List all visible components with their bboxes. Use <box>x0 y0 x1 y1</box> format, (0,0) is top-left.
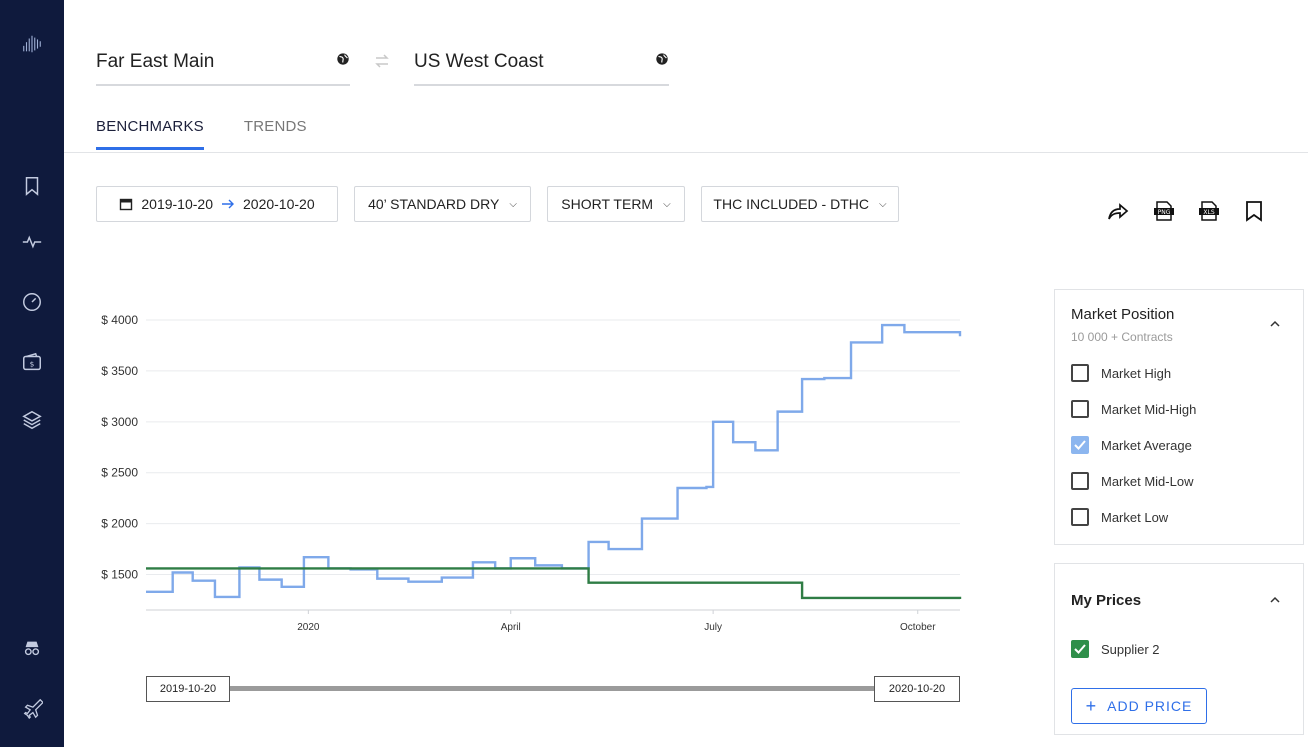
term-select[interactable]: SHORT TERM ⌵ <box>547 186 685 222</box>
market-option-label: Market Mid-Low <box>1101 473 1194 489</box>
origin-value: Far East Main <box>96 51 215 72</box>
y-tick-label: $ 3500 <box>101 364 138 378</box>
chevron-down-icon: ⌵ <box>878 198 887 210</box>
market-position-title: Market Position <box>1071 306 1175 323</box>
layers-icon[interactable] <box>20 408 44 432</box>
svg-text:PNG: PNG <box>1158 209 1171 216</box>
range-start-handle[interactable]: 2019-10-20 <box>146 676 230 702</box>
supplier-label: Supplier 2 <box>1101 641 1160 657</box>
market-option-market-low[interactable]: Market Low <box>1071 508 1168 526</box>
incognito-icon[interactable] <box>20 636 44 660</box>
plus-icon: + <box>1085 696 1098 716</box>
checkbox-checked[interactable] <box>1071 640 1089 658</box>
market-option-label: Market Low <box>1101 509 1169 525</box>
market-option-market-high[interactable]: Market High <box>1071 364 1171 382</box>
market-option-label: Market Mid-High <box>1101 401 1197 417</box>
market-option-label: Market Average <box>1101 437 1192 453</box>
market-option-market-mid-low[interactable]: Market Mid-Low <box>1071 472 1193 490</box>
destination-value: US West Coast <box>414 51 544 72</box>
checkbox[interactable] <box>1071 400 1089 418</box>
logo-icon[interactable] <box>20 32 44 56</box>
wallet-icon[interactable]: $ <box>20 350 44 374</box>
y-tick-label: $ 3000 <box>101 415 138 429</box>
y-tick-label: $ 2500 <box>101 466 138 480</box>
chevron-down-icon: ⌵ <box>663 198 671 210</box>
series-line-market-average <box>146 323 962 599</box>
pulse-icon[interactable] <box>20 230 44 254</box>
market-option-label: Market High <box>1101 365 1172 381</box>
my-prices-panel: My Prices Supplier 2 + ADD PRICE <box>1054 563 1304 735</box>
swap-icon[interactable] <box>374 54 390 68</box>
svg-text:$: $ <box>30 360 35 369</box>
date-to: 2020-10-20 <box>243 196 315 212</box>
gauge-icon[interactable] <box>20 290 44 314</box>
charges-value: THC INCLUDED - DTHC <box>713 196 869 212</box>
range-end-handle[interactable]: 2020-10-20 <box>874 676 960 702</box>
chevron-up-icon[interactable] <box>1269 596 1281 604</box>
checkbox-checked[interactable] <box>1071 436 1089 454</box>
series-line-supplier-2 <box>146 567 962 600</box>
tab-benchmarks[interactable]: BENCHMARKS <box>96 118 204 150</box>
add-price-label: ADD PRICE <box>1107 698 1193 714</box>
destination-field[interactable]: US West Coast <box>414 40 669 86</box>
market-option-market-average[interactable]: Market Average <box>1071 436 1192 454</box>
market-position-subtitle: 10 000 + Contracts <box>1071 330 1173 344</box>
share-icon[interactable] <box>1106 200 1130 224</box>
chevron-up-icon[interactable] <box>1269 320 1281 328</box>
supplier-2-checkbox[interactable]: Supplier 2 <box>1071 640 1160 658</box>
divider <box>64 152 1308 153</box>
bookmark-icon[interactable] <box>20 174 44 198</box>
calendar-icon <box>120 198 133 211</box>
container-value: 40’ STANDARD DRY <box>368 196 500 212</box>
date-range-slider[interactable]: 2019-10-20 2020-10-20 <box>146 676 960 702</box>
sidebar: $ <box>0 0 64 747</box>
arrow-right-icon <box>222 199 234 209</box>
market-option-market-mid-high[interactable]: Market Mid-High <box>1071 400 1196 418</box>
globe-icon[interactable] <box>655 52 669 66</box>
checkbox[interactable] <box>1071 364 1089 382</box>
bookmark-icon[interactable] <box>1242 199 1266 223</box>
tab-trends[interactable]: TRENDS <box>244 118 307 150</box>
svg-text:XLS: XLS <box>1203 209 1214 216</box>
tab-bar: BENCHMARKS TRENDS <box>96 118 307 150</box>
add-price-button[interactable]: + ADD PRICE <box>1071 688 1207 724</box>
checkbox[interactable] <box>1071 472 1089 490</box>
y-tick-label: $ 1500 <box>101 568 138 582</box>
date-range-picker[interactable]: 2019-10-20 2020-10-20 <box>96 186 338 222</box>
plane-icon[interactable] <box>20 696 44 720</box>
checkbox[interactable] <box>1071 508 1089 526</box>
chevron-down-icon: ⌵ <box>509 198 517 210</box>
x-tick-label: 2020 <box>297 622 320 633</box>
x-tick-label: July <box>704 622 722 633</box>
globe-icon[interactable] <box>336 52 350 66</box>
png-export-icon[interactable]: PNG <box>1152 199 1176 223</box>
container-select[interactable]: 40’ STANDARD DRY ⌵ <box>354 186 531 222</box>
y-tick-label: $ 4000 <box>101 313 138 327</box>
price-chart[interactable]: $ 1500 $ 2000 $ 2500 $ 3000 $ 3500 $ 4000 2020… <box>94 300 974 640</box>
market-position-panel: Market Position 10 000 + Contracts Marke… <box>1054 289 1304 545</box>
term-value: SHORT TERM <box>561 196 654 212</box>
date-from: 2019-10-20 <box>141 196 213 212</box>
slider-track <box>226 686 886 691</box>
x-tick-label: October <box>900 622 936 633</box>
main-content: Far East Main US West Coast BENCHMARKS T… <box>64 0 1308 747</box>
xls-export-icon[interactable]: XLS <box>1197 199 1221 223</box>
my-prices-title: My Prices <box>1071 592 1142 609</box>
charges-select[interactable]: THC INCLUDED - DTHC ⌵ <box>701 186 899 222</box>
y-tick-label: $ 2000 <box>101 517 138 531</box>
origin-field[interactable]: Far East Main <box>96 40 350 86</box>
x-tick-label: April <box>501 622 521 633</box>
